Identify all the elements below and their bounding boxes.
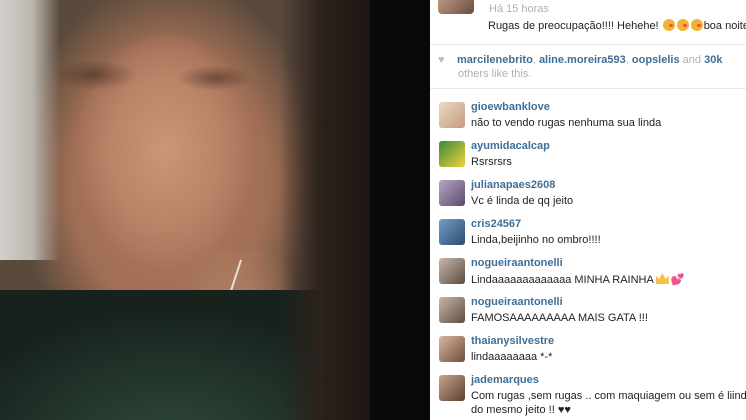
comment-text-line: Lindaaaaaaaaaaaaa MINHA RAINHA 💕 (471, 273, 685, 286)
author-avatar[interactable] (438, 0, 474, 14)
photo-hair-left (0, 0, 60, 260)
likes-line: marcilenebrito, aline.moreira593, oopsle… (457, 54, 723, 66)
commenter-avatar[interactable] (439, 336, 465, 362)
comment-username[interactable]: nogueiraantonelli (471, 257, 563, 269)
photo-hair-right (280, 0, 370, 420)
photo-divider (370, 0, 430, 420)
commenter-avatar[interactable] (439, 375, 465, 401)
commenter-avatar[interactable] (439, 141, 465, 167)
like-user[interactable]: oopslelis (632, 54, 680, 66)
comment-username[interactable]: jademarques (471, 374, 539, 386)
post-photo[interactable] (0, 0, 370, 420)
comment-text: FAMOSAAAAAAAAA MAIS GATA !!! (471, 312, 648, 324)
comment-text-continued: do mesmo jeito !! ♥♥ (471, 404, 571, 416)
comment-username[interactable]: julianapaes2608 (471, 179, 555, 191)
likes-count[interactable]: 30k (704, 54, 722, 66)
heart-icon: ♥ (438, 54, 445, 66)
like-user[interactable]: marcilenebrito (457, 54, 533, 66)
comment-username[interactable]: cris24567 (471, 218, 521, 230)
crown-icon (655, 273, 669, 284)
likes-suffix: others like this. (458, 68, 532, 80)
comment-item: cris24567 Linda,beijinho no ombro!!!! (430, 213, 746, 251)
comment-username[interactable]: nogueiraantonelli (471, 296, 563, 308)
kiss-emoji-icon (676, 19, 689, 31)
comment-username[interactable]: gioewbanklove (471, 101, 550, 113)
comment-item: nogueiraantonelli FAMOSAAAAAAAAA MAIS GA… (430, 291, 746, 329)
comment-item: nogueiraantonelli Lindaaaaaaaaaaaaa MINH… (430, 252, 746, 290)
separator (430, 88, 746, 89)
caption-text: Rugas de preocupação!!!! Hehehe! boa noi… (488, 19, 746, 32)
post-timestamp: Há 15 horas (489, 3, 549, 15)
comment-username[interactable]: ayumidacalcap (471, 140, 550, 152)
likes-connector: and (682, 54, 702, 66)
comment-username[interactable]: thaianysilvestre (471, 335, 554, 347)
comment-item: thaianysilvestre lindaaaaaaaa *-* (430, 330, 746, 368)
comments-panel: Há 15 horas Rugas de preocupação!!!! Heh… (430, 0, 746, 420)
hearts-icon: 💕 (670, 274, 685, 286)
like-user[interactable]: aline.moreira593 (539, 54, 626, 66)
comment-item: gioewbanklove não to vendo rugas nenhuma… (430, 96, 746, 134)
comment-item: julianapaes2608 Vc é linda de qq jeito (430, 174, 746, 212)
caption-tail: boa noite! (703, 20, 746, 32)
comment-text: Com rugas ,sem rugas .. com maquiagem ou… (471, 390, 746, 402)
commenter-avatar[interactable] (439, 102, 465, 128)
comment-text: Vc é linda de qq jeito (471, 195, 574, 207)
separator (430, 44, 746, 45)
kiss-emoji-icon (662, 19, 675, 31)
post-caption: Há 15 horas Rugas de preocupação!!!! Heh… (438, 0, 746, 44)
comment-text: não to vendo rugas nenhuma sua linda (471, 117, 662, 129)
comment-item: ayumidacalcap Rsrsrsrs (430, 135, 746, 173)
comment-item: jademarques Com rugas ,sem rugas .. com … (430, 369, 746, 420)
comment-text: Lindaaaaaaaaaaaaa MINHA RAINHA (471, 274, 654, 286)
commenter-avatar[interactable] (439, 180, 465, 206)
commenter-avatar[interactable] (439, 258, 465, 284)
comment-text: Linda,beijinho no ombro!!!! (471, 234, 601, 246)
commenter-avatar[interactable] (439, 219, 465, 245)
comment-text: Rsrsrsrs (471, 156, 512, 168)
commenter-avatar[interactable] (439, 297, 465, 323)
comment-text: lindaaaaaaaa *-* (471, 351, 553, 363)
caption-main: Rugas de preocupação!!!! Hehehe! (488, 20, 659, 32)
kiss-emoji-icon (690, 19, 703, 31)
